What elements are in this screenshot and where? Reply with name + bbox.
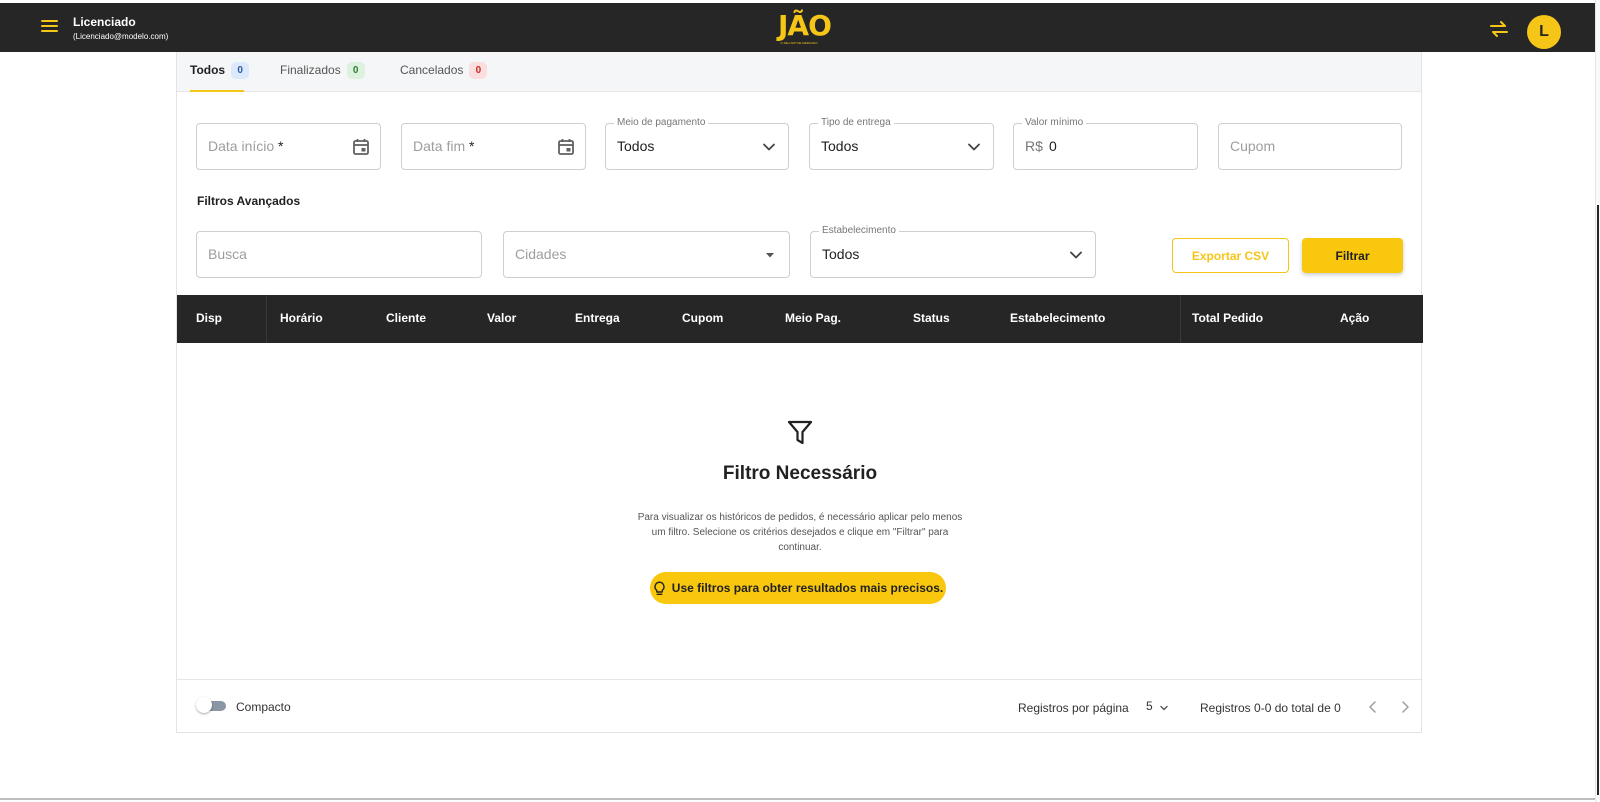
tab-count-badge: 0 bbox=[346, 62, 365, 79]
date-end-placeholder: Data fim * bbox=[413, 138, 475, 154]
toggle-knob bbox=[196, 697, 212, 713]
top-bar: Licenciado (Licenciado@modelo.com) JÃO O… bbox=[0, 3, 1595, 52]
column-header[interactable]: Total Pedido bbox=[1192, 311, 1263, 325]
chevron-down-icon bbox=[1070, 251, 1082, 259]
currency-prefix: R$ bbox=[1025, 138, 1043, 154]
user-name: Licenciado bbox=[73, 15, 136, 29]
compact-label: Compacto bbox=[236, 700, 291, 714]
advanced-filters-title: Filtros Avançados bbox=[197, 194, 301, 208]
cities-select[interactable]: Cidades bbox=[503, 231, 790, 278]
export-csv-button[interactable]: Exportar CSV bbox=[1172, 238, 1289, 273]
bottom-divider bbox=[0, 798, 1595, 800]
coupon-placeholder: Cupom bbox=[1230, 138, 1276, 154]
chevron-down-icon bbox=[763, 143, 775, 151]
min-value-legend: Valor mínimo bbox=[1022, 117, 1087, 128]
column-header[interactable]: Ação bbox=[1340, 311, 1369, 325]
establishment-select[interactable]: Estabelecimento Todos bbox=[810, 225, 1096, 278]
tab-cancelados[interactable]: Cancelados 0 bbox=[400, 62, 488, 92]
payment-method-select[interactable]: Meio de pagamento Todos bbox=[605, 117, 789, 170]
compact-toggle[interactable] bbox=[196, 697, 228, 713]
pagination-range: Registros 0-0 do total de 0 bbox=[1200, 701, 1341, 715]
cities-placeholder: Cidades bbox=[515, 246, 567, 262]
menu-icon[interactable] bbox=[41, 20, 58, 34]
column-header[interactable]: Cliente bbox=[386, 311, 426, 325]
tab-finalizados[interactable]: Finalizados 0 bbox=[280, 62, 365, 92]
tab-label: Finalizados bbox=[280, 63, 341, 77]
empty-state-text: Para visualizar os históricos de pedidos… bbox=[637, 512, 963, 553]
column-header[interactable]: Horário bbox=[280, 311, 323, 325]
chevron-down-icon bbox=[968, 143, 980, 151]
status-tabs: Todos 0 Finalizados 0 Cancelados 0 bbox=[177, 52, 1421, 92]
column-divider bbox=[1180, 295, 1181, 343]
min-value-field[interactable]: Valor mínimo R$ 0 bbox=[1013, 117, 1198, 170]
column-header[interactable]: Meio Pag. bbox=[785, 311, 841, 325]
user-email: (Licenciado@modelo.com) bbox=[73, 32, 169, 41]
coupon-field[interactable]: Cupom bbox=[1218, 123, 1402, 170]
rows-per-page-label: Registros por página bbox=[1018, 701, 1129, 715]
chevron-left-icon[interactable] bbox=[1365, 699, 1381, 715]
empty-state-title: Filtro Necessário bbox=[722, 463, 878, 484]
table-header: Disp Horário Cliente Valor Entrega Cupom… bbox=[177, 295, 1423, 343]
min-value-value: 0 bbox=[1049, 138, 1057, 154]
filter-button[interactable]: Filtrar bbox=[1302, 238, 1403, 273]
delivery-type-select[interactable]: Tipo de entrega Todos bbox=[809, 117, 994, 170]
logo-text: JÃO bbox=[778, 9, 832, 42]
avatar[interactable]: L bbox=[1527, 15, 1561, 49]
date-start-placeholder: Data início * bbox=[208, 138, 284, 154]
hint-pill: Use filtros para obter resultados mais p… bbox=[650, 572, 946, 604]
delivery-type-value: Todos bbox=[821, 138, 859, 154]
column-header[interactable]: Status bbox=[913, 311, 950, 325]
hint-text: Use filtros para obter resultados mais p… bbox=[671, 581, 944, 595]
calendar-icon[interactable] bbox=[557, 138, 575, 156]
logo-subtitle: O SEU APP DE MERCADO bbox=[780, 41, 818, 45]
column-header[interactable]: Disp bbox=[196, 311, 222, 325]
lightbulb-icon bbox=[654, 581, 665, 595]
app-logo: JÃO O SEU APP DE MERCADO bbox=[778, 9, 832, 48]
tab-todos[interactable]: Todos 0 bbox=[190, 62, 250, 92]
tab-label: Cancelados bbox=[400, 63, 464, 77]
chevron-down-icon bbox=[1160, 705, 1168, 711]
column-header[interactable]: Estabelecimento bbox=[1010, 311, 1105, 325]
date-end-field[interactable]: Data fim * bbox=[401, 123, 586, 170]
filter-icon bbox=[787, 420, 813, 445]
date-start-field[interactable]: Data início * bbox=[196, 123, 381, 170]
tab-label: Todos bbox=[190, 63, 226, 77]
chevron-right-icon[interactable] bbox=[1397, 699, 1413, 715]
column-header[interactable]: Entrega bbox=[575, 311, 620, 325]
column-divider bbox=[266, 295, 267, 343]
calendar-icon[interactable] bbox=[352, 138, 370, 156]
payment-method-legend: Meio de pagamento bbox=[614, 117, 709, 128]
payment-method-value: Todos bbox=[617, 138, 655, 154]
rows-per-page-select[interactable]: 5 bbox=[1146, 699, 1176, 717]
caret-down-icon bbox=[766, 253, 774, 258]
column-header[interactable]: Valor bbox=[487, 311, 516, 325]
swap-icon[interactable] bbox=[1489, 21, 1509, 37]
establishment-legend: Estabelecimento bbox=[819, 225, 899, 236]
rows-per-page-value: 5 bbox=[1146, 699, 1153, 713]
page-scrollbar-thumb[interactable] bbox=[1597, 205, 1599, 795]
search-input[interactable]: Busca bbox=[196, 231, 482, 278]
tab-count-badge: 0 bbox=[469, 62, 488, 79]
table-footer: Compacto Registros por página 5 Registro… bbox=[177, 679, 1421, 732]
tab-count-badge: 0 bbox=[231, 62, 250, 79]
search-placeholder: Busca bbox=[208, 246, 247, 262]
column-header[interactable]: Cupom bbox=[682, 311, 723, 325]
delivery-type-legend: Tipo de entrega bbox=[818, 117, 894, 128]
orders-card: Todos 0 Finalizados 0 Cancelados 0 Data … bbox=[176, 52, 1423, 733]
establishment-value: Todos bbox=[822, 246, 860, 262]
